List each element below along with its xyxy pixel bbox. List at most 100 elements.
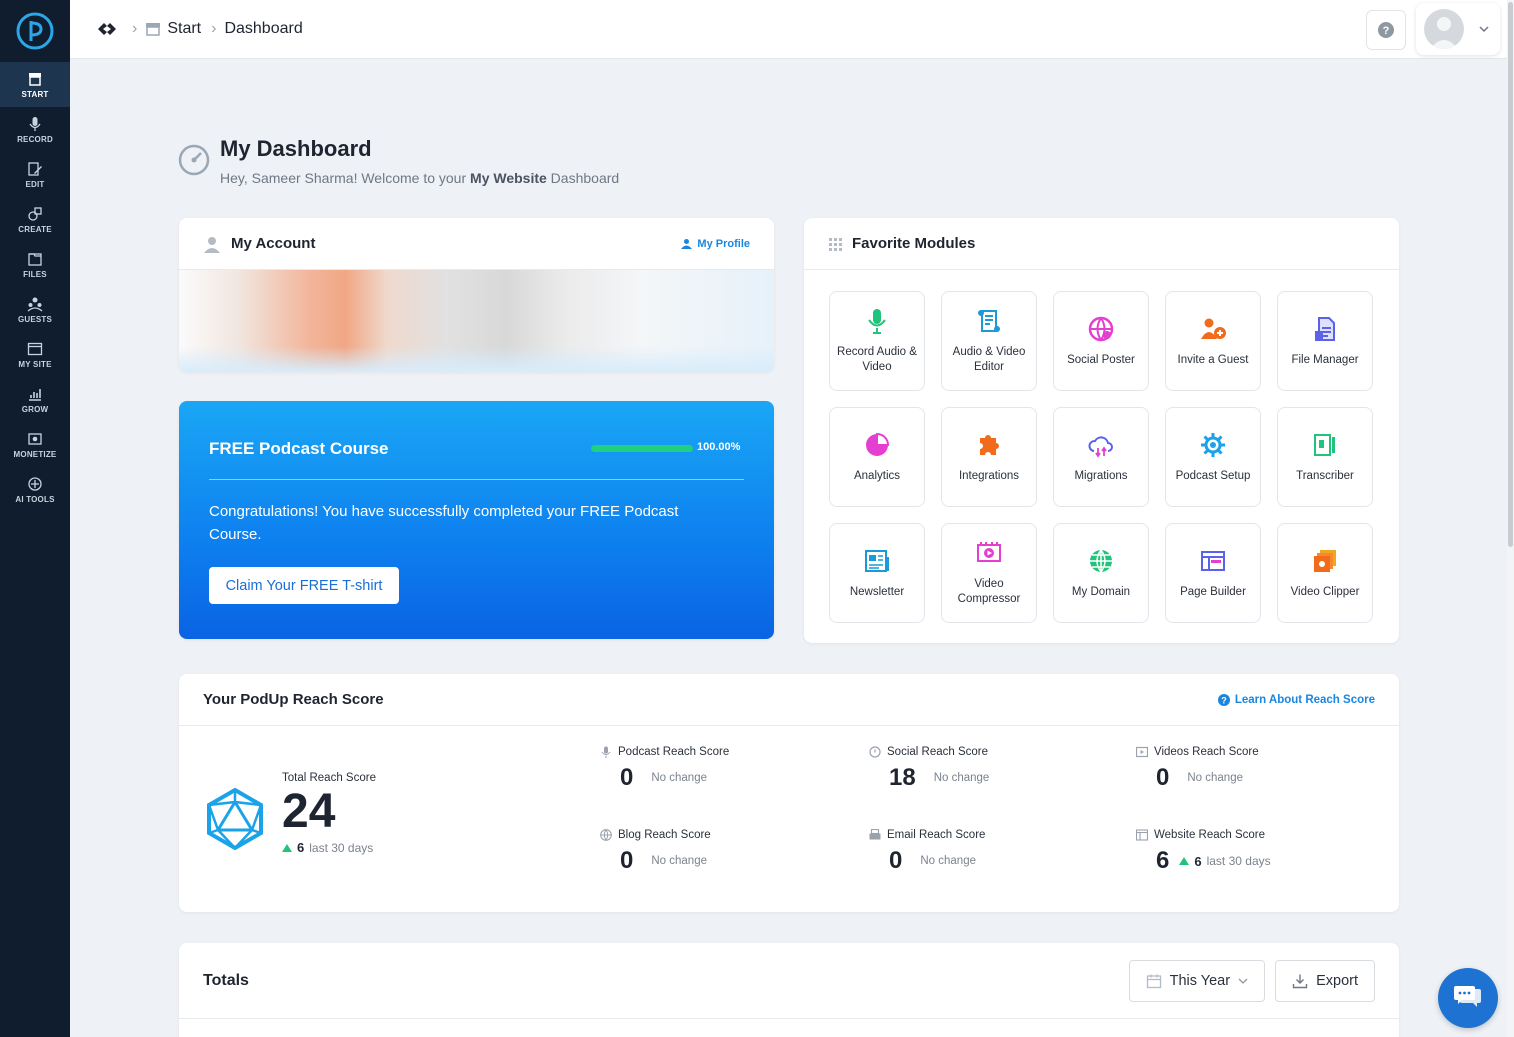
user-menu-button[interactable] — [1416, 3, 1500, 55]
sidebar-item-record[interactable]: RECORD — [0, 107, 70, 152]
sidebar-item-label: CREATE — [18, 224, 52, 234]
divider — [209, 479, 744, 480]
svg-text:?: ? — [1383, 25, 1390, 37]
my-profile-link[interactable]: My Profile — [681, 238, 750, 250]
export-label: Export — [1316, 972, 1358, 989]
chat-support-button[interactable] — [1438, 968, 1498, 1028]
avatar — [1424, 9, 1464, 49]
reach-score-change: No change — [651, 772, 707, 784]
page-icon — [1201, 550, 1225, 571]
file-icon — [1315, 316, 1335, 341]
module-podcast-setup[interactable]: Podcast Setup — [1165, 407, 1261, 507]
podup-logo-icon — [16, 12, 54, 50]
reach-score-delta: 6 — [1194, 853, 1202, 869]
scrollbar[interactable] — [1507, 0, 1514, 1037]
sidebar-item-label: AI TOOLS — [15, 494, 55, 504]
sidebar-item-label: MY SITE — [18, 359, 52, 369]
module-social-poster[interactable]: Social Poster — [1053, 291, 1149, 391]
module-transcriber[interactable]: Transcriber — [1277, 407, 1373, 507]
account-title: My Account — [203, 235, 315, 253]
module-newsletter[interactable]: Newsletter — [829, 523, 925, 623]
question-icon: ? — [1378, 22, 1394, 38]
module-label: Page Builder — [1180, 585, 1246, 598]
reach-score-change: No change — [1187, 772, 1243, 784]
module-video-compressor[interactable]: Video Compressor — [941, 523, 1037, 623]
question-icon: ? — [1217, 693, 1230, 706]
breadcrumb-separator: › — [211, 20, 217, 37]
arrow-up-icon — [282, 843, 292, 852]
claim-tshirt-button[interactable]: Claim Your FREE T-shirt — [209, 567, 399, 604]
favorites-title: Favorite Modules — [828, 235, 975, 252]
microphone-icon — [29, 116, 41, 131]
download-icon — [1292, 974, 1308, 988]
sidebar-item-grow[interactable]: GROW — [0, 377, 70, 422]
period-select[interactable]: This Year — [1128, 959, 1266, 1002]
module-label: Podcast Setup — [1175, 469, 1251, 482]
reach-score-label: Podcast Reach Score — [618, 746, 730, 758]
account-banner-image — [179, 270, 774, 372]
module-record-audio-video[interactable]: Record Audio & Video — [829, 291, 925, 391]
page-title: My Dashboard — [220, 136, 372, 161]
top-bar: › Start › Dashboard ? — [70, 0, 1507, 59]
reach-score-value: 6 — [1156, 847, 1170, 874]
export-button[interactable]: Export — [1275, 959, 1375, 1002]
module-migrations[interactable]: Migrations — [1053, 407, 1149, 507]
my-profile-label: My Profile — [697, 237, 750, 250]
module-file-manager[interactable]: File Manager — [1277, 291, 1373, 391]
ai-icon — [28, 476, 42, 491]
sidebar-item-files[interactable]: FILES — [0, 242, 70, 287]
sidebar-item-label: MONETIZE — [13, 449, 57, 459]
module-page-builder[interactable]: Page Builder — [1165, 523, 1261, 623]
app-logo[interactable] — [0, 0, 70, 62]
pie-icon — [866, 432, 890, 456]
help-button[interactable]: ? — [1366, 10, 1406, 50]
store-icon — [29, 72, 41, 86]
reach-score-label: Website Reach Score — [1154, 829, 1266, 841]
video-icon — [977, 542, 1001, 562]
reach-score-value: 0 — [620, 764, 634, 791]
sidebar-item-ai-tools[interactable]: AI TOOLS — [0, 467, 70, 512]
reach-score-change: last 30 days — [1206, 854, 1271, 868]
module-label: Transcriber — [1296, 469, 1354, 482]
cloud-icon — [1088, 435, 1113, 458]
module-label: Invite a Guest — [1177, 353, 1249, 366]
course-title: FREE Podcast Course — [209, 439, 389, 458]
my-account-card: My Account My Profile — [179, 218, 774, 372]
money-icon — [28, 432, 42, 445]
breadcrumb-separator: › — [132, 20, 138, 37]
sidebar-item-edit[interactable]: EDIT — [0, 152, 70, 197]
module-integrations[interactable]: Integrations — [941, 407, 1037, 507]
sidebar-item-my-site[interactable]: MY SITE — [0, 332, 70, 377]
module-label: Social Poster — [1067, 353, 1135, 366]
total-reach-value: 24 — [282, 785, 336, 838]
module-my-domain[interactable]: My Domain — [1053, 523, 1149, 623]
transcriber-icon — [1314, 433, 1335, 456]
icosahedron-icon — [207, 788, 263, 850]
modules-grid: Record Audio & Video Audio & Video Editor… — [829, 291, 1373, 623]
grid-icon — [829, 237, 842, 251]
module-audio-video-editor[interactable]: Audio & Video Editor — [941, 291, 1037, 391]
module-label: My Domain — [1071, 585, 1131, 598]
sidebar-item-guests[interactable]: GUESTS — [0, 287, 70, 332]
svg-text:?: ? — [1221, 695, 1227, 705]
sidebar-item-start[interactable]: START — [0, 62, 70, 107]
site-icon — [27, 342, 43, 355]
sidebar-item-create[interactable]: CREATE — [0, 197, 70, 242]
chevron-down-icon — [1479, 26, 1489, 33]
reach-score-label: Blog Reach Score — [618, 829, 711, 841]
module-label: Integrations — [958, 469, 1020, 482]
browser-icon — [1136, 829, 1148, 841]
module-analytics[interactable]: Analytics — [829, 407, 925, 507]
module-label: Audio & Video Editor — [952, 346, 1026, 373]
scrollbar-thumb[interactable] — [1508, 2, 1513, 547]
sidebar-item-monetize[interactable]: MONETIZE — [0, 422, 70, 467]
chat-icon — [1454, 986, 1481, 1007]
printer-icon — [869, 829, 881, 840]
home-logo-icon[interactable] — [94, 16, 120, 42]
module-label: Video Compressor — [957, 578, 1021, 605]
breadcrumb-start[interactable]: Start — [145, 20, 201, 38]
learn-reach-score-link[interactable]: ? Learn About Reach Score — [1217, 693, 1375, 706]
reach-score-change: No change — [920, 855, 976, 867]
module-invite-a-guest[interactable]: Invite a Guest — [1165, 291, 1261, 391]
module-video-clipper[interactable]: Video Clipper — [1277, 523, 1373, 623]
